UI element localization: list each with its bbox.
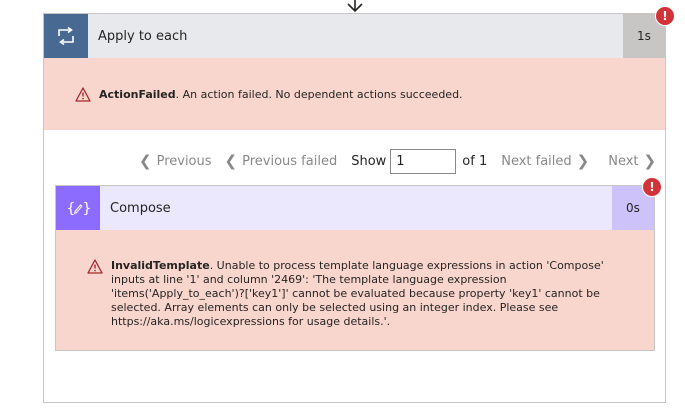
pagination-bar: ❮ Previous ❮ Previous failed Show of 1 N… <box>139 147 656 175</box>
page-number-input[interactable] <box>390 148 457 174</box>
error-message: . An action failed. No dependent actions… <box>175 87 463 101</box>
next-failed-label: Next failed <box>501 153 572 169</box>
show-label: Show <box>351 153 387 169</box>
page-count-label: of 1 <box>462 153 488 169</box>
svg-text:}: } <box>83 201 91 217</box>
compose-header[interactable]: { } Compose 0s <box>56 186 654 230</box>
chevron-right-icon: ❯ <box>643 152 657 170</box>
error-code: InvalidTemplate <box>111 259 210 272</box>
previous-label: Previous <box>156 153 212 169</box>
svg-text:{: { <box>67 201 76 217</box>
apply-to-each-card: Apply to each 1s ActionFailed. An action… <box>43 13 666 403</box>
next-label: Next <box>608 153 639 169</box>
compose-title: Compose <box>110 200 171 216</box>
warning-icon <box>75 86 91 102</box>
apply-to-each-error-badge: ! <box>655 6 675 26</box>
compose-error: InvalidTemplate. Unable to process templ… <box>56 230 654 350</box>
chevron-right-icon: ❯ <box>576 152 590 170</box>
chevron-left-icon: ❮ <box>224 152 238 170</box>
apply-to-each-header[interactable]: Apply to each 1s <box>44 14 665 58</box>
chevron-left-icon: ❮ <box>139 152 152 170</box>
error-code: ActionFailed <box>99 87 176 101</box>
compose-error-text: InvalidTemplate. Unable to process templ… <box>111 259 618 329</box>
next-button[interactable]: Next ❯ <box>608 152 656 170</box>
apply-to-each-error-text: ActionFailed. An action failed. No depen… <box>99 88 463 101</box>
compose-card: { } Compose 0s InvalidTemplate. Unable t… <box>55 185 655 351</box>
compose-icon: { } <box>56 186 100 230</box>
apply-to-each-title: Apply to each <box>98 28 188 44</box>
warning-icon <box>87 259 103 274</box>
arrow-down-icon <box>347 0 363 13</box>
apply-to-each-error: ActionFailed. An action failed. No depen… <box>44 58 665 130</box>
compose-error-badge: ! <box>642 177 662 197</box>
next-failed-button[interactable]: Next failed ❯ <box>501 152 589 170</box>
previous-failed-button[interactable]: ❮ Previous failed <box>225 152 338 170</box>
loop-icon <box>44 14 88 58</box>
previous-failed-label: Previous failed <box>242 153 338 169</box>
previous-button[interactable]: ❮ Previous <box>139 152 212 170</box>
